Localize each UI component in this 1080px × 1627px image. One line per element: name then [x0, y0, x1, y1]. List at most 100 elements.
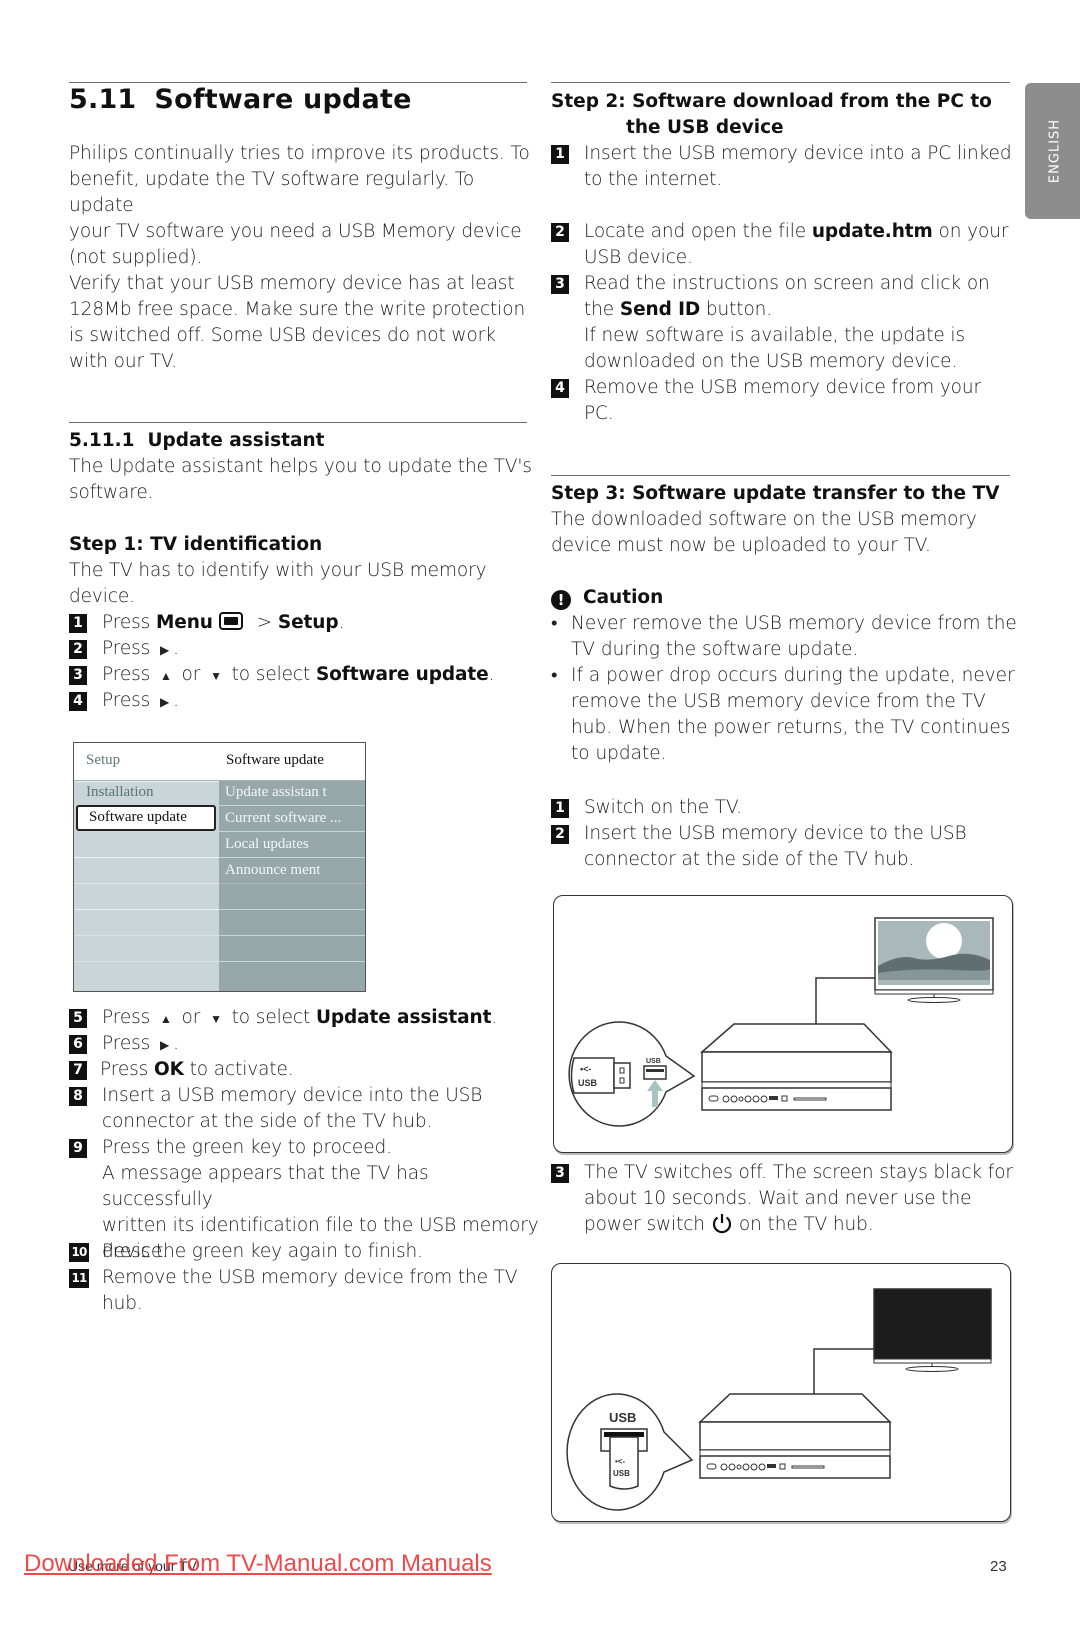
text-line: The TV has to identify with your USB mem…: [69, 560, 487, 581]
usb-stick-icon: •<- USB: [570, 1057, 631, 1094]
caution-icon: !: [551, 590, 571, 610]
text: Press: [102, 690, 156, 711]
text-line: The downloaded software on the USB memor…: [551, 509, 977, 530]
text: .: [338, 612, 345, 633]
illustration-usb-insert: •<- USB USB: [553, 895, 1013, 1153]
text-line: Read the instructions on screen and clic…: [584, 273, 990, 294]
usb-insert-drawing: •<- USB USB: [568, 917, 994, 1127]
text-line: hub. When the power returns, the TV cont…: [571, 717, 1011, 738]
text-line: The TV switches off. The screen stays bl…: [584, 1162, 1013, 1183]
text-line: Never remove the USB memory device from …: [571, 613, 1017, 634]
page-number: 23: [990, 1558, 1007, 1575]
text: to activate.: [183, 1059, 294, 1080]
step-number-badge: 5: [69, 1009, 87, 1028]
step-number-badge: 9: [69, 1139, 87, 1158]
step2-title-line2: the USB device: [626, 117, 784, 138]
divider: [219, 857, 365, 858]
bullet-icon: •: [551, 665, 558, 686]
step2-title: Step 2: Software download from the PC to…: [551, 89, 1021, 141]
step-number-badge: 11: [69, 1269, 89, 1288]
text-line: TV during the software update.: [571, 639, 859, 660]
step1-item-1: 1 Press Menu > Setup.: [69, 610, 539, 636]
text-line: Press the green key to proceed.: [102, 1137, 392, 1158]
step3-item-3: 3 The TV switches off. The screen stays …: [551, 1160, 1026, 1238]
step2-item-3: 3 Read the instructions on screen and cl…: [551, 271, 1026, 375]
text: the: [584, 299, 620, 320]
text-line: with our TV.: [69, 351, 177, 372]
down-arrow-icon: ▼: [210, 669, 222, 683]
divider: [74, 935, 219, 936]
menu-item-update-assistant: Update assistan t: [225, 784, 327, 800]
step2-rule: [551, 82, 1010, 83]
step-number-badge: 4: [551, 379, 569, 398]
text-line: If a power drop occurs during the update…: [571, 665, 1015, 686]
text-line: USB device.: [584, 247, 693, 268]
step3-title: Step 3: Software update transfer to the …: [551, 483, 1000, 504]
step1-item-10: 10 Press the green key again to finish.: [69, 1239, 539, 1265]
step-number-badge: 3: [551, 275, 569, 294]
section-title-text: Software update: [154, 84, 412, 115]
text: .: [173, 690, 179, 711]
text-line: remove the USB memory device from the TV: [571, 691, 986, 712]
menu-item-installation: Installation: [86, 784, 154, 800]
subsection-title: 5.11.1 Update assistant: [69, 428, 324, 454]
text: button.: [700, 299, 773, 320]
cable: [813, 1348, 874, 1394]
text-line: your TV software you need a USB Memory d…: [69, 221, 522, 242]
text: .: [491, 1007, 498, 1028]
step1-item-11: 11 Remove the USB memory device from the…: [69, 1265, 539, 1317]
step-number-badge: 1: [69, 614, 87, 633]
caution-heading: ! Caution: [551, 585, 663, 611]
step2-item-1: 1 Insert the USB memory device into a PC…: [551, 141, 1026, 193]
text-line: connector at the side of the TV hub.: [102, 1111, 433, 1132]
power-icon: [711, 1212, 733, 1242]
text: Press: [102, 664, 156, 685]
right-arrow-icon: ▶: [159, 1038, 170, 1052]
text-line: hub.: [102, 1293, 143, 1314]
step-number-badge: 2: [69, 640, 87, 659]
down-arrow-icon: ▼: [210, 1012, 222, 1026]
text-line: Verify that your USB memory device has a…: [69, 273, 515, 294]
up-arrow-icon: ▲: [159, 669, 172, 683]
text-line: connector at the side of the TV hub.: [584, 849, 915, 870]
text-line: Remove the USB memory device from the TV: [102, 1267, 518, 1288]
subsection-title-text: Update assistant: [147, 430, 325, 451]
step1-item-2: 2 Press ▶.: [69, 636, 539, 662]
step-number-badge: 3: [551, 1164, 569, 1183]
up-arrow-icon: ▲: [159, 1012, 172, 1026]
usb-inserted-drawing: USB •<- USB: [566, 1288, 992, 1511]
usb-port-zoom-bubble: •<- USB USB: [568, 1021, 696, 1127]
watermark-link[interactable]: Downloaded From TV-Manual.com Manuals: [24, 1550, 492, 1578]
step-number-badge: 4: [69, 692, 87, 711]
tv-off-icon: [873, 1288, 992, 1372]
text: .: [173, 638, 179, 659]
section-title: 5.11 Software update: [69, 84, 412, 115]
text-line: 128Mb free space. Make sure the write pr…: [69, 299, 526, 320]
step1-item-9: 9 Press the green key to proceed. A mess…: [69, 1135, 539, 1262]
selected-label: Software update: [89, 809, 187, 825]
usb-stick-label: USB: [613, 1469, 630, 1478]
section-number: 5.11: [69, 84, 137, 115]
caution-title: Caution: [583, 587, 664, 608]
text-line: device must now be uploaded to your TV.: [551, 535, 931, 556]
intro-paragraph-2: Verify that your USB memory device has a…: [69, 271, 539, 375]
divider: [219, 805, 365, 806]
right-arrow-icon: ▶: [159, 695, 170, 709]
language-tab[interactable]: ENGLISH: [1025, 83, 1080, 219]
subsection-description: The Update assistant helps you to update…: [69, 454, 539, 506]
step2-item-2: 2 Locate and open the file update.htm on…: [551, 219, 1026, 271]
step2-item-4: 4 Remove the USB memory device from your…: [551, 375, 1026, 427]
divider: [74, 857, 219, 858]
text: on your: [932, 221, 1009, 242]
menu-item-local-updates: Local updates: [225, 836, 309, 852]
step1-item-3: 3 Press ▲ or ▼ to select Software update…: [69, 662, 539, 688]
cable: [815, 977, 875, 1024]
step3-rule: [551, 475, 1010, 476]
step-number-badge: 1: [551, 799, 569, 818]
text: to select: [225, 664, 316, 685]
text: Press: [102, 638, 156, 659]
menu-header: Setup Software update: [74, 743, 365, 781]
text-line: The Update assistant helps you to update…: [69, 456, 532, 477]
step2-title-line1: Step 2: Software download from the PC to: [551, 91, 992, 112]
step3-description: The downloaded software on the USB memor…: [551, 507, 1021, 559]
